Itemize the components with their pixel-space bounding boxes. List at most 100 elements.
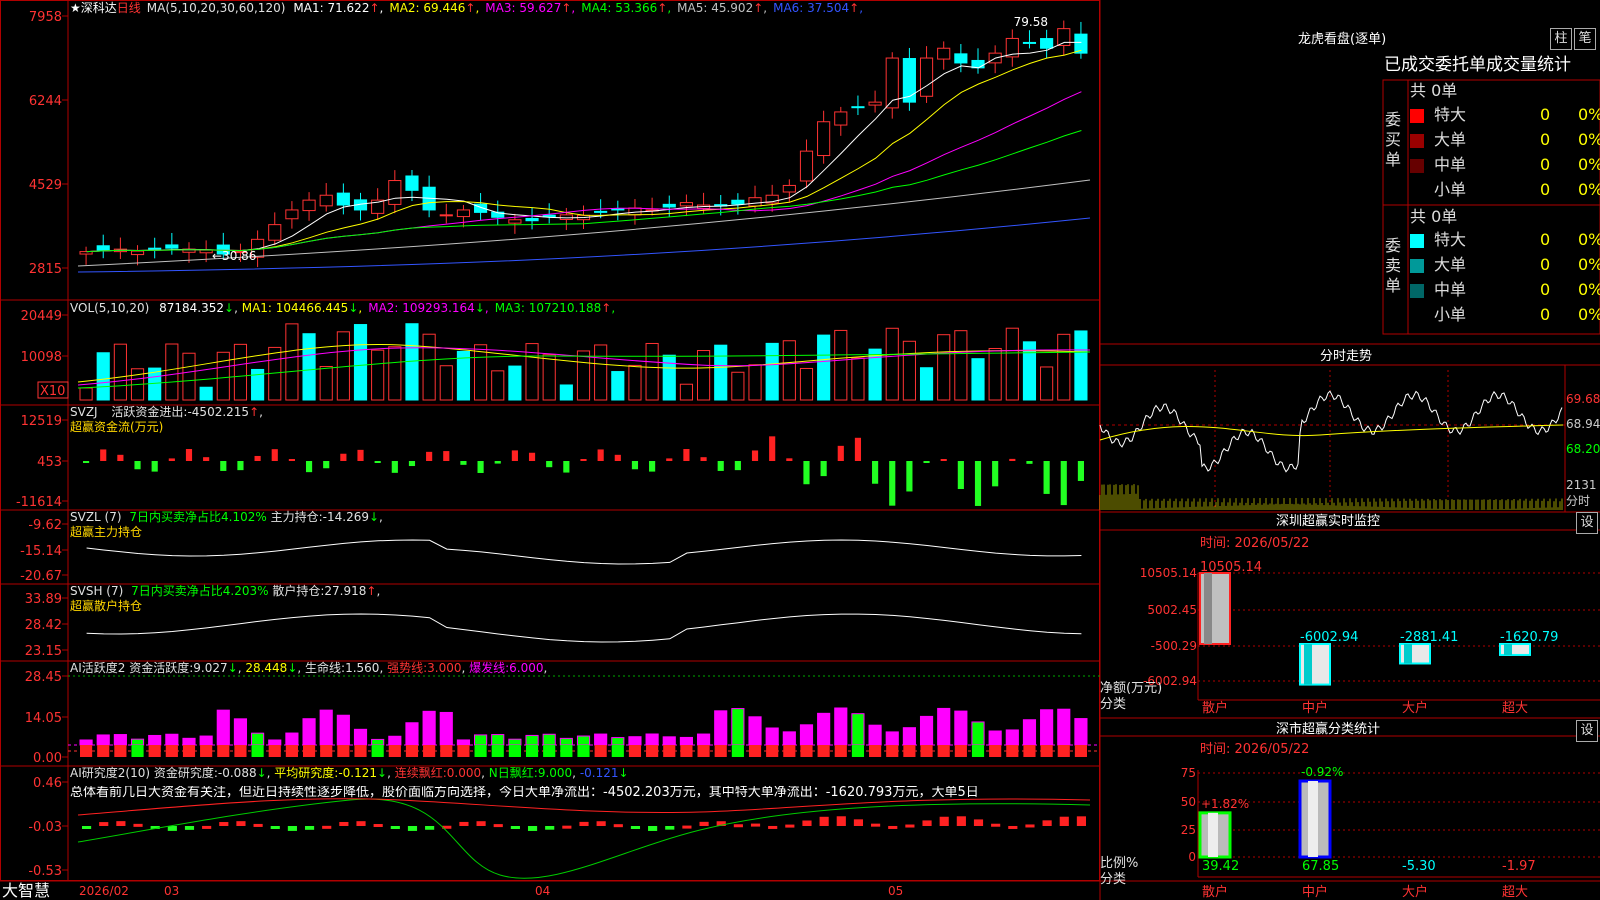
main-holding-line: [86, 539, 1082, 565]
activity-bar: [988, 730, 1002, 746]
sell-order-label: 委卖单: [1385, 236, 1402, 295]
classify-pct: +1.82%: [1201, 797, 1249, 811]
activity-base: [834, 745, 847, 757]
order-percent: 0%: [1578, 130, 1600, 149]
candle: [165, 244, 179, 249]
activity-base: [714, 745, 727, 757]
candle: [937, 47, 951, 60]
candle: [851, 106, 865, 109]
sell-total: 共 0单: [1410, 207, 1458, 226]
classify-category: 超大: [1502, 885, 1528, 900]
activity-base: [371, 745, 384, 757]
research-bar: [527, 826, 538, 831]
activity-base: [766, 745, 779, 757]
flow-bar: [546, 461, 553, 468]
classify-settings-button[interactable]: 设: [1576, 720, 1598, 742]
activity-bar: [611, 737, 625, 746]
activity-bar: [251, 732, 265, 746]
volume-bar: [851, 357, 865, 401]
research-bar: [425, 826, 435, 830]
svzj-header: SVZJ 活跃资金进出:-4502.215↑,: [70, 405, 263, 419]
color-swatch: [1410, 108, 1424, 123]
order-type: 特大: [1434, 105, 1467, 124]
classify-time: 时间: 2026/05/22: [1200, 742, 1310, 757]
activity-base: [971, 745, 985, 757]
candle: [971, 59, 985, 69]
monitor-settings-button[interactable]: 设: [1576, 512, 1598, 534]
volume-bar: [954, 330, 968, 401]
flow-bar: [974, 461, 982, 506]
flow-bar: [357, 449, 364, 461]
monitor-category: 大户: [1402, 700, 1428, 716]
candle: [679, 202, 693, 207]
activity-bar: [371, 738, 385, 746]
volume-bar: [1005, 327, 1019, 401]
activity-base: [165, 745, 178, 757]
candle: [919, 57, 934, 97]
candle: [319, 194, 333, 207]
order-row-2: 大单 0 0%: [1410, 255, 1600, 275]
chart-canvas[interactable]: 7958 6244 4529 2815 20449 10098 X10 12519 453 -11…: [0, 0, 1600, 900]
research-bar: [373, 824, 383, 828]
bar-mode-button[interactable]: 柱: [1550, 28, 1572, 50]
classify-value-label: -1.97: [1502, 859, 1536, 874]
svsh-sub: 超赢散户持仓: [70, 599, 143, 613]
candle: [130, 250, 145, 256]
research-bar: [236, 821, 246, 826]
classify-y-tick: 25: [1181, 823, 1196, 837]
price-header: ★深科达日线 MA(5,10,20,30,60,120) MA1: 71.622↑,…: [70, 1, 869, 15]
volume-bar: [576, 350, 591, 401]
research-bar: [802, 820, 812, 826]
activity-bar: [405, 722, 419, 746]
activity-bar: [696, 733, 711, 746]
order-percent: 0%: [1578, 280, 1600, 299]
tick-mode-button[interactable]: 笔: [1574, 28, 1596, 50]
flow-bar: [769, 436, 776, 461]
period-label[interactable]: 日线: [117, 1, 141, 15]
activity-base: [577, 745, 590, 757]
activity-bar: [148, 734, 162, 746]
volume-bar: [799, 367, 814, 401]
activity-bar: [919, 715, 934, 746]
activity-bar: [799, 724, 814, 746]
volume-bar: [696, 350, 711, 401]
candle: [559, 214, 573, 220]
order-percent: 0%: [1578, 180, 1600, 199]
research-bar: [973, 819, 984, 826]
candle: [268, 224, 282, 241]
classify-bar-shade: [1308, 781, 1318, 857]
activity-base: [869, 745, 882, 757]
candle: [799, 150, 814, 182]
ai2-summary: 总体看前几日大资金有关注，但近日持续性逐步降低，股价面临方向选择，今日大单净流出…: [70, 786, 979, 800]
activity-bar: [748, 716, 762, 746]
flow-bar: [477, 461, 484, 473]
research-bar: [1025, 824, 1035, 828]
volume-bar: [628, 364, 642, 401]
vol-header: VOL(5,10,20) 87184.352↓, MA1: 104466.445…: [70, 301, 621, 315]
y-tick-label: -20.67: [20, 569, 62, 584]
flow-bar: [631, 461, 639, 470]
flow-bar: [786, 458, 793, 461]
activity-bar: [954, 710, 968, 746]
stock-name[interactable]: ★深科达: [70, 1, 117, 15]
research-bar: [682, 825, 692, 829]
volume-bar: [508, 365, 522, 401]
research-bar: [202, 825, 212, 829]
intraday-tick: 68.94: [1566, 417, 1600, 431]
candle: [748, 197, 762, 207]
lhb-tabs[interactable]: 已成交委托单成交量统计: [1384, 55, 1571, 75]
color-swatch: [1410, 258, 1424, 273]
volume-bar: [679, 383, 693, 401]
ma-item-4: MA4: 53.366↑,: [581, 1, 672, 15]
activity-bar: [130, 738, 145, 746]
volume-bar: [439, 365, 453, 401]
volume-bar: [79, 387, 93, 401]
activity-bar: [834, 707, 848, 746]
research-bar: [356, 821, 366, 826]
research-bar: [956, 816, 966, 826]
activity-base: [182, 745, 196, 757]
app-logo[interactable]: 大智慧: [2, 881, 50, 900]
order-row-4: 小单 0 0%: [1410, 180, 1600, 200]
lhb-title: 龙虎看盘(逐单): [1298, 32, 1387, 47]
y-tick-label: 0.00: [33, 751, 62, 766]
